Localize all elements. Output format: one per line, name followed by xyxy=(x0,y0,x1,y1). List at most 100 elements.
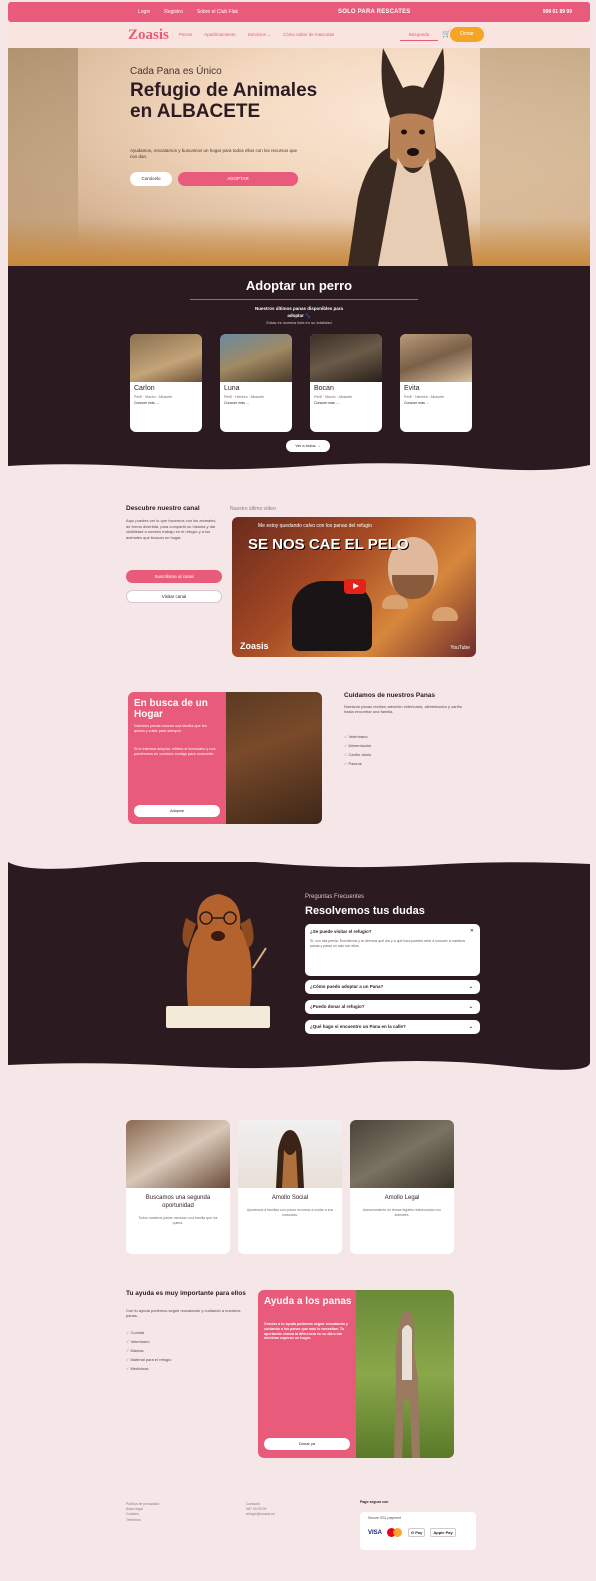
hero-adopt-button[interactable]: ADOPTAR xyxy=(178,172,298,186)
pet-photo xyxy=(220,334,292,382)
ayuda-title: Tu ayuda es muy importante para ellos xyxy=(126,1290,246,1297)
promo-text: SOLO PARA RESCATES xyxy=(338,9,411,15)
pet-more-link[interactable]: Conocer más → xyxy=(220,399,292,405)
list-item: Comida xyxy=(126,1330,171,1335)
list-item: Cariño diario xyxy=(344,752,371,757)
canal-text: Aquí puedes ver lo que hacemos con los a… xyxy=(126,518,217,540)
ground xyxy=(8,218,590,266)
video-brand: Zoasis xyxy=(240,641,269,651)
nav-link-servicios[interactable]: Servicios ⌄ xyxy=(248,32,271,38)
close-icon[interactable]: ✕ xyxy=(470,928,474,934)
faq-kicker: Preguntas Frecuentes xyxy=(305,894,365,900)
chevron-down-icon: ⌄ xyxy=(468,1004,473,1010)
visa-icon: VISA xyxy=(368,1529,383,1536)
help-title: Ayuda a los panas xyxy=(264,1296,352,1307)
help-text: Gracias a tu ayuda podemos seguir rescat… xyxy=(264,1322,348,1341)
hero-dog-image xyxy=(348,48,473,266)
help-panel: Ayuda a los panas Gracias a tu ayuda pod… xyxy=(258,1290,356,1458)
login-link[interactable]: Login xyxy=(138,9,150,15)
register-link[interactable]: Registro xyxy=(164,9,183,15)
nav-link-mascotas[interactable]: Cómo saber de mascotas xyxy=(283,32,334,38)
youtube-logo[interactable]: YouTube xyxy=(450,645,470,651)
service-photo xyxy=(350,1120,454,1188)
adopt-title: Adoptar un perro xyxy=(245,278,353,293)
video-title: Me estoy quedando calvo con los panas de… xyxy=(258,523,372,529)
pet-more-link[interactable]: Conocer más → xyxy=(310,399,382,405)
hero-section: Cada Pana es Único Refugio de Animales e… xyxy=(8,48,590,266)
faq-item-open[interactable]: ¿Se puede visitar el refugio? ✕ Sí, con … xyxy=(305,924,480,976)
donate-button[interactable]: Donar xyxy=(450,27,484,42)
search-input[interactable]: Búsqueda xyxy=(400,29,438,41)
service-card[interactable]: Amollo Legal Asesoramiento en temas lega… xyxy=(350,1120,454,1254)
pet-name: Carlon xyxy=(134,385,155,392)
service-title: Amollo Social xyxy=(271,1195,309,1201)
pet-more-link[interactable]: Conocer más → xyxy=(400,399,472,405)
nav-link-perros[interactable]: Perros xyxy=(179,32,192,38)
faq-item[interactable]: ¿Qué hago si encuentro un Pana en la cal… xyxy=(305,1020,480,1034)
club-link[interactable]: Sobre el Club Flak xyxy=(197,9,238,15)
wave-divider xyxy=(8,463,590,474)
gpay-icon: G Pay xyxy=(408,1528,426,1537)
top-bar: Login Registro Sobre el Club Flak SOLO P… xyxy=(8,2,590,22)
pet-desc: Perfil · Macho · Albacete xyxy=(314,395,353,399)
service-desc: Asesoramiento en temas legales relaciona… xyxy=(362,1208,442,1217)
pet-desc: Perfil · Macho · Albacete xyxy=(134,395,173,399)
pet-name: Luna xyxy=(224,385,240,392)
site-logo[interactable]: Zoasis xyxy=(128,27,169,44)
greyhound-image xyxy=(394,1311,420,1458)
service-photo xyxy=(126,1120,230,1188)
list-item: Material para el refugio xyxy=(126,1357,171,1362)
pet-more-link[interactable]: Conocer más → xyxy=(130,399,202,405)
footer-email[interactable]: refugio@zoasis.es xyxy=(246,1512,275,1517)
en-busca-card: En busca de un Hogar Nuestros panas busc… xyxy=(128,692,322,824)
cuidamos-title: Cuidamos de nuestros Panas xyxy=(344,692,436,699)
visit-channel-button[interactable]: Visitar canal xyxy=(126,590,222,603)
help-card: Ayuda a los panas Gracias a tu ayuda pod… xyxy=(258,1290,454,1458)
faq-answer: Sí, con cita previa. Escríbenos y te dir… xyxy=(310,939,466,948)
en-busca-title: En busca de un Hogar xyxy=(134,698,208,720)
play-button[interactable] xyxy=(344,579,366,594)
help-dog-photo xyxy=(356,1290,454,1458)
service-title: Amollo Legal xyxy=(384,1195,420,1201)
mastercard-icon xyxy=(387,1528,403,1537)
service-card[interactable]: Amollo Social Ayudamos a familias con po… xyxy=(238,1120,342,1254)
view-all-button[interactable]: Ver a todos → xyxy=(286,440,330,452)
mushroom xyxy=(432,607,458,621)
service-card[interactable]: Buscamos una segunda oportunidad Todos n… xyxy=(126,1120,230,1254)
adopt-divider xyxy=(190,299,418,300)
hero-subtitle: Ayudamos, rescatamos y buscamos un hogar… xyxy=(130,148,298,159)
hero-secondary-button[interactable]: Conócelo xyxy=(130,172,172,186)
adopt-section: Adoptar un perro Nuestros últimos panas … xyxy=(8,266,590,474)
pet-card[interactable]: Luna Perfil · Hembra · Albacete Conocer … xyxy=(220,334,292,432)
ayuda-text: Con tu ayuda podemos seguir rescatando y… xyxy=(126,1308,241,1319)
video-player[interactable]: Me estoy quedando calvo con los panas de… xyxy=(232,517,476,657)
cuidamos-list: Veterinario Alimentación Cariño diario P… xyxy=(344,734,371,770)
video-thumbnail-text: SE NOS CAE EL PELO xyxy=(248,536,409,553)
pet-card[interactable]: Bocan Perfil · Macho · Albacete Conocer … xyxy=(310,334,382,432)
nav-link-apadrinamiento[interactable]: Apadrinamiento xyxy=(204,32,236,38)
chevron-down-icon: ⌄ xyxy=(468,1024,473,1030)
applepay-icon: Apple Pay xyxy=(430,1528,456,1537)
ssl-label: Secure SSL payment xyxy=(368,1516,401,1520)
footer-link[interactable]: Términos xyxy=(126,1518,159,1523)
faq-item[interactable]: ¿Cómo puedo adoptar a un Pana? ⌄ xyxy=(305,980,480,994)
adopt-subtitle-2: adoptar 🐾 xyxy=(287,313,311,318)
list-item: Alimentación xyxy=(344,743,371,748)
faq-question: ¿Qué hago si encuentro un Pana en la cal… xyxy=(310,1024,406,1029)
phone-number[interactable]: 999 61 89 99 xyxy=(543,9,572,15)
en-busca-button[interactable]: Adoptar xyxy=(134,805,220,817)
list-item: Veterinario xyxy=(344,734,371,739)
faq-section: Preguntas Frecuentes Resolvemos tus duda… xyxy=(8,856,590,1072)
en-busca-text-1: Nuestros panas buscan una familia que le… xyxy=(134,724,207,733)
pay-title: Pago seguro con xyxy=(360,1500,389,1504)
faq-dog-image xyxy=(166,894,270,1028)
faq-item[interactable]: ¿Puedo donar al refugio? ⌄ xyxy=(305,1000,480,1014)
cuidamos-text: Nuestros panas reciben atención veterina… xyxy=(344,704,463,715)
donate-now-button[interactable]: Donar ya xyxy=(264,1438,350,1450)
pet-card[interactable]: Evita Perfil · Hembra · Albacete Conocer… xyxy=(400,334,472,432)
ayuda-list: Comida Veterinario Mantas Material para … xyxy=(126,1330,171,1375)
list-item: Mantas xyxy=(126,1348,171,1353)
pet-card[interactable]: Carlon Perfil · Macho · Albacete Conocer… xyxy=(130,334,202,432)
en-busca-panel: En busca de un Hogar Nuestros panas busc… xyxy=(128,692,226,824)
subscribe-button[interactable]: Suscribirse al canal xyxy=(126,570,222,583)
